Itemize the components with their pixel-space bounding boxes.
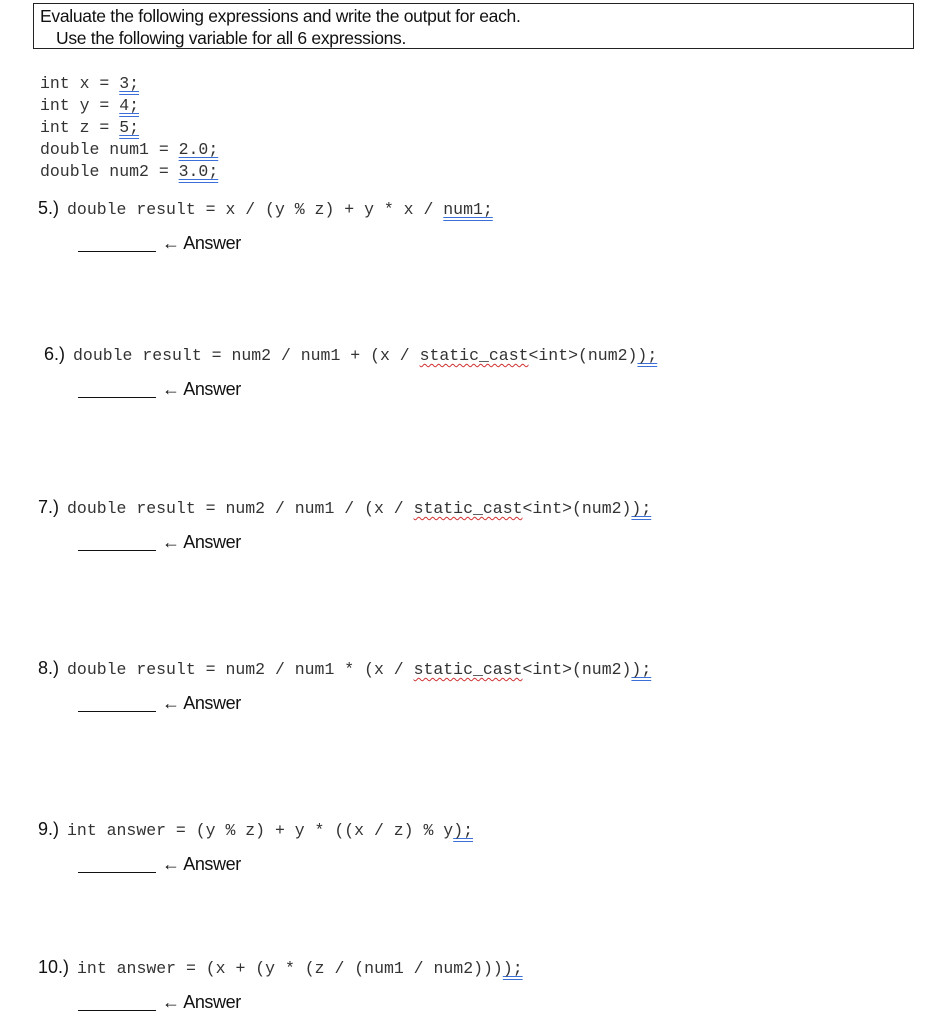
expression: int answer = (x + (y * (z / (num1 / num2…	[77, 959, 503, 978]
question-7: 7.) double result = num2 / num1 / (x / st…	[38, 497, 652, 518]
question-8: 8.) double result = num2 / num1 * (x / st…	[38, 658, 652, 679]
question-6: 6.) double result = num2 / num1 + (x / st…	[44, 344, 658, 365]
instructions-line-2: Use the following variable for all 6 exp…	[56, 28, 407, 48]
question-number: 7.)	[38, 497, 60, 517]
answer-label: ← Answer	[162, 992, 241, 1012]
question-5: 5.) double result = x / (y % z) + y * x /…	[38, 198, 493, 219]
expression: double result = num2 / num1 / (x /	[67, 499, 414, 518]
variable-declarations: int x = 3; int y = 4; int z = 5; double …	[40, 73, 218, 183]
answer-blank[interactable]	[78, 251, 156, 252]
spellcheck-flag: static_cast	[413, 499, 523, 518]
expression: double result = x / (y % z) + y * x /	[67, 200, 444, 219]
answer-label: ← Answer	[162, 854, 241, 874]
var-z: int z = 5;	[40, 118, 140, 137]
var-x: int x = 3;	[40, 74, 140, 93]
var-y: int y = 4;	[40, 96, 140, 115]
answer-label: ← Answer	[162, 233, 241, 253]
instructions-line-1: Evaluate the following expressions and w…	[40, 6, 521, 26]
expression: double result = num2 / num1 + (x /	[73, 346, 420, 365]
answer-row-9: ← Answer	[78, 854, 241, 875]
answer-blank[interactable]	[78, 397, 156, 398]
answer-row-5: ← Answer	[78, 233, 241, 254]
var-num1: double num1 = 2.0;	[40, 140, 219, 159]
question-number: 8.)	[38, 658, 60, 678]
instructions-box: Evaluate the following expressions and w…	[33, 3, 914, 49]
answer-blank[interactable]	[78, 872, 156, 873]
expression: double result = num2 / num1 * (x /	[67, 660, 414, 679]
question-number: 5.)	[38, 198, 60, 218]
var-num2: double num2 = 3.0;	[40, 162, 219, 181]
question-number: 6.)	[44, 344, 66, 364]
answer-row-10: ← Answer	[78, 992, 241, 1013]
answer-blank[interactable]	[78, 550, 156, 551]
answer-label: ← Answer	[162, 379, 241, 399]
answer-label: ← Answer	[162, 693, 241, 713]
question-number: 9.)	[38, 819, 60, 839]
spellcheck-flag: static_cast	[413, 660, 523, 679]
answer-row-6: ← Answer	[78, 379, 241, 400]
answer-blank[interactable]	[78, 711, 156, 712]
answer-row-8: ← Answer	[78, 693, 241, 714]
question-9: 9.) int answer = (y % z) + y * ((x / z) %…	[38, 819, 473, 840]
question-10: 10.) int answer = (x + (y * (z / (num1 / …	[38, 957, 523, 978]
expression: int answer = (y % z) + y * ((x / z) % y	[67, 821, 454, 840]
answer-blank[interactable]	[78, 1010, 156, 1011]
spellcheck-flag: static_cast	[419, 346, 529, 365]
answer-row-7: ← Answer	[78, 532, 241, 553]
question-number: 10.)	[38, 957, 70, 977]
answer-label: ← Answer	[162, 532, 241, 552]
